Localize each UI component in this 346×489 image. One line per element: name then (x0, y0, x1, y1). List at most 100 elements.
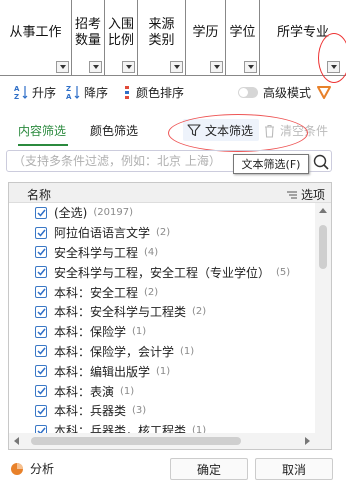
vertical-scroll-thumb[interactable] (319, 225, 327, 269)
funnel-v-icon (317, 86, 331, 99)
list-item-label: (全选) (54, 206, 88, 221)
checkbox[interactable] (35, 226, 47, 239)
list-item-count: (5) (276, 266, 291, 278)
filter-dropdown-button[interactable] (210, 61, 223, 73)
filter-dropdown-button[interactable] (122, 61, 135, 73)
list-item-count: (1) (156, 365, 171, 377)
column-header-label: 招考 数量 (74, 17, 101, 48)
checkmark-icon (36, 367, 46, 375)
value-list: 名称 选项 (全选) (20197) 阿拉伯语语言文学 (2) 安全科学与工程 (4) 安全… (8, 182, 332, 450)
search-icon[interactable] (310, 151, 332, 173)
cancel-button[interactable]: 取消 (255, 458, 333, 480)
column-header-education[interactable]: 学历 (186, 0, 226, 76)
checkmark-icon (36, 387, 46, 395)
checkmark-icon (36, 347, 46, 356)
list-item[interactable]: 阿拉伯语语言文学 (2) (9, 223, 315, 243)
checkmark-icon (36, 229, 46, 237)
list-item-label: 安全科学与工程，安全工程（专业学位） (54, 265, 271, 280)
checkbox[interactable] (35, 385, 47, 398)
chevron-down-icon (247, 65, 254, 69)
checkbox[interactable] (35, 365, 47, 378)
scroll-up-arrow-icon[interactable] (319, 208, 327, 213)
list-item-count: (2) (144, 286, 159, 298)
column-header-label: 学历 (192, 25, 219, 40)
list-item-count: (20197) (93, 207, 133, 219)
filter-dropdown-button[interactable] (89, 61, 102, 73)
scroll-left-arrow-icon[interactable] (14, 437, 19, 445)
checkmark-icon (36, 328, 46, 336)
list-options-label: 选项 (300, 188, 325, 202)
options-lines-icon (286, 190, 297, 199)
color-sort-icon (122, 84, 132, 100)
checkbox[interactable] (35, 305, 47, 318)
list-options-button[interactable]: 选项 (286, 186, 325, 203)
analyze-button[interactable]: 分析 (10, 460, 54, 477)
advanced-mode-label: 高级模式 (263, 85, 312, 100)
horizontal-scrollbar[interactable] (9, 433, 315, 449)
checkbox[interactable] (35, 404, 47, 417)
tab-content-filter[interactable]: 内容筛选 (18, 122, 66, 139)
list-item-label: 本科：保险学 (54, 325, 127, 340)
filter-dropdown-button[interactable] (170, 61, 183, 73)
checkbox[interactable] (35, 325, 47, 338)
checkbox[interactable] (35, 345, 47, 358)
list-item[interactable]: 安全科学与工程 (4) (9, 243, 315, 263)
checkbox[interactable] (35, 266, 47, 279)
vertical-scrollbar[interactable] (315, 203, 331, 449)
tab-color-filter[interactable]: 颜色筛选 (90, 122, 138, 139)
annotation-circle (168, 114, 308, 152)
list-item-count: (2) (156, 227, 171, 239)
sort-descending-button[interactable]: ZA 降序 (66, 80, 108, 104)
checkmark-icon (36, 407, 46, 415)
checkbox[interactable] (35, 246, 47, 259)
column-header-work[interactable]: 从事工作 (0, 0, 72, 76)
ok-button[interactable]: 确定 (170, 458, 248, 480)
list-items: (全选) (20197) 阿拉伯语语言文学 (2) 安全科学与工程 (4) 安全科学与工程，… (9, 203, 315, 441)
column-header-label: 来源 类别 (148, 17, 175, 48)
checkbox[interactable] (35, 206, 47, 219)
column-header-source[interactable]: 来源 类别 (138, 0, 186, 76)
list-item[interactable]: 本科：表演 (1) (9, 381, 315, 401)
pie-chart-icon (11, 462, 23, 475)
list-item[interactable]: 本科：保险学，会计学 (1) (9, 342, 315, 362)
list-item[interactable]: 本科：兵器类 (3) (9, 401, 315, 421)
list-item-count: (1) (132, 326, 147, 338)
svg-text:Z: Z (66, 85, 71, 93)
list-item-count: (2) (192, 306, 207, 318)
column-header-degree[interactable]: 学位 (226, 0, 260, 76)
list-item[interactable]: 本科：编辑出版学 (1) (9, 361, 315, 381)
column-header-quota[interactable]: 招考 数量 (72, 0, 105, 76)
advanced-mode-toggle[interactable] (238, 87, 258, 98)
scroll-right-arrow-icon[interactable] (305, 437, 310, 445)
list-item[interactable]: 本科：保险学 (1) (9, 322, 315, 342)
checkbox[interactable] (35, 286, 47, 299)
column-header-label: 学位 (229, 25, 256, 40)
list-item[interactable]: (全选) (20197) (9, 203, 315, 223)
filter-dropdown-button[interactable] (244, 61, 257, 73)
sort-descending-label: 降序 (84, 85, 109, 100)
color-sort-button[interactable]: 颜色排序 (122, 80, 184, 104)
list-item-count: (4) (144, 246, 159, 258)
checkmark-icon (36, 209, 46, 217)
column-header-ratio[interactable]: 入围 比例 (105, 0, 138, 76)
checkmark-icon (36, 249, 46, 257)
analyze-label: 分析 (30, 462, 55, 476)
chevron-down-icon (213, 65, 220, 69)
list-item[interactable]: 本科：安全科学与工程类 (2) (9, 302, 315, 322)
annotation-circle (318, 33, 346, 83)
list-item-count: (1) (180, 345, 195, 357)
sort-ascending-button[interactable]: AZ 升序 (14, 80, 56, 104)
list-item-label: 安全科学与工程 (54, 245, 139, 260)
advanced-mode-info-button[interactable] (317, 80, 331, 104)
list-item-label: 本科：表演 (54, 384, 115, 399)
sort-ascending-label: 升序 (32, 85, 57, 100)
sort-toolbar: AZ 升序 ZA 降序 颜色排序 高级模式 (0, 80, 346, 104)
svg-text:Z: Z (14, 93, 19, 100)
checkmark-icon (36, 288, 46, 296)
horizontal-scroll-thumb[interactable] (31, 437, 241, 445)
filter-dropdown-button[interactable] (56, 61, 69, 73)
text-filter-tooltip: 文本筛选(F) (233, 154, 309, 174)
list-item[interactable]: 安全科学与工程，安全工程（专业学位） (5) (9, 262, 315, 282)
chevron-down-icon (59, 65, 66, 69)
list-item[interactable]: 本科：安全工程 (2) (9, 282, 315, 302)
